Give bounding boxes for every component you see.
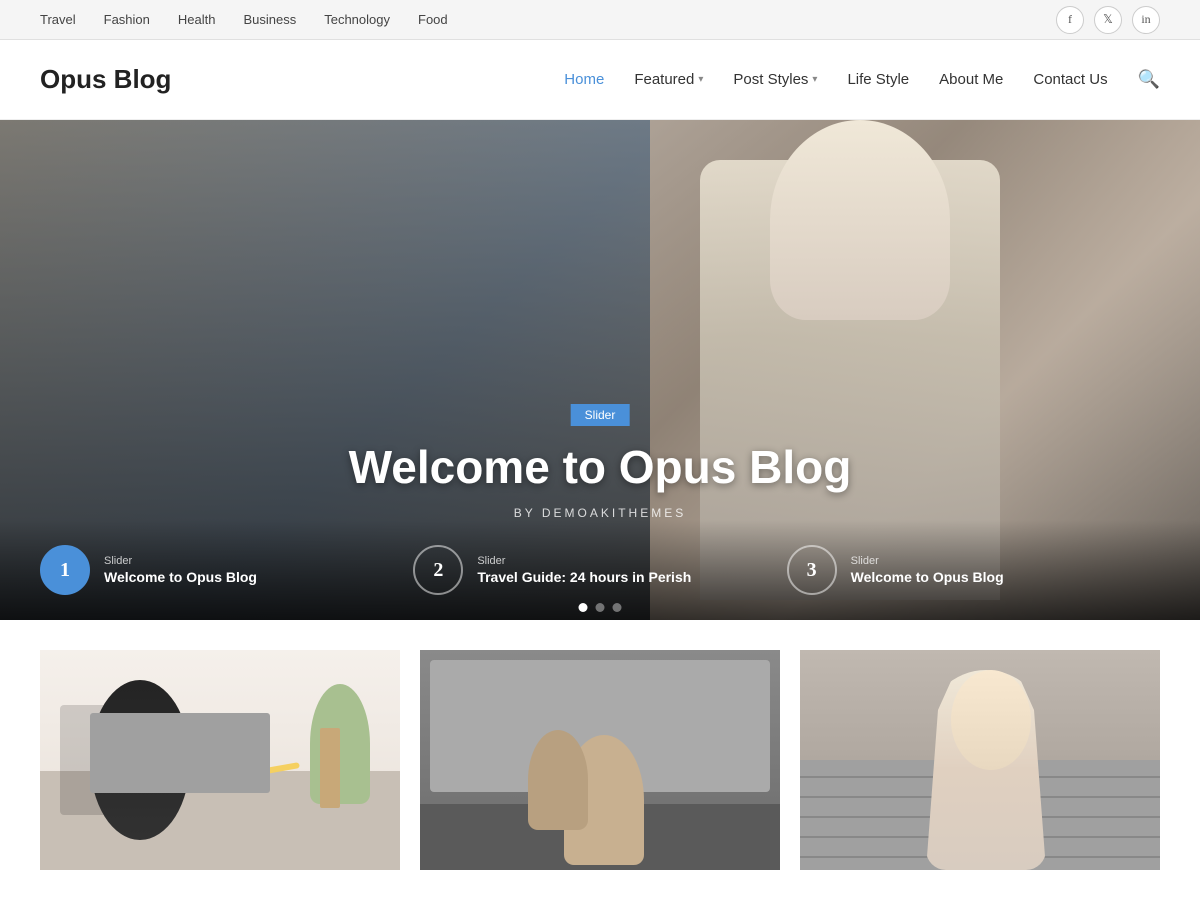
card-3-image (800, 650, 1160, 870)
slider-dots (579, 603, 622, 612)
hero-title: Welcome to Opus Blog (349, 440, 852, 494)
thumb-title-3: Welcome to Opus Blog (851, 569, 1004, 585)
slider-thumb-2[interactable]: 2 Slider Travel Guide: 24 hours in Peris… (413, 545, 786, 595)
hero-badge: Slider (571, 404, 630, 426)
nav-lifestyle[interactable]: Life Style (847, 71, 909, 88)
topbar-link-health[interactable]: Health (178, 12, 216, 27)
thumb-title-2: Travel Guide: 24 hours in Perish (477, 569, 691, 585)
logo[interactable]: Opus Blog (40, 64, 171, 95)
dot-2[interactable] (596, 603, 605, 612)
cards-section (0, 620, 1200, 870)
twitter-icon[interactable]: 𝕏 (1094, 6, 1122, 34)
topbar-link-technology[interactable]: Technology (324, 12, 390, 27)
card-1[interactable] (40, 650, 400, 870)
slider-thumb-3[interactable]: 3 Slider Welcome to Opus Blog (787, 545, 1160, 595)
thumb-circle-1: 1 (40, 545, 90, 595)
card-2-image (420, 650, 780, 870)
nav-contact-us[interactable]: Contact Us (1033, 71, 1107, 88)
main-nav: Home Featured ▾ Post Styles ▾ Life Style… (564, 69, 1160, 90)
card-1-image (40, 650, 400, 870)
nav-post-styles[interactable]: Post Styles ▾ (733, 71, 817, 88)
hero-content: Slider Welcome to Opus Blog BY DEMOAKITH… (349, 404, 852, 520)
hero-slider: Slider Welcome to Opus Blog BY DEMOAKITH… (0, 120, 1200, 620)
card-2[interactable] (420, 650, 780, 870)
top-links: Travel Fashion Health Business Technolog… (40, 12, 448, 27)
slider-thumbs: 1 Slider Welcome to Opus Blog 2 Slider T… (0, 520, 1200, 620)
topbar-link-travel[interactable]: Travel (40, 12, 76, 27)
thumb-cat-1: Slider (104, 555, 257, 567)
dot-1[interactable] (579, 603, 588, 612)
nav-about-me[interactable]: About Me (939, 71, 1003, 88)
topbar-link-business[interactable]: Business (243, 12, 296, 27)
thumb-circle-3: 3 (787, 545, 837, 595)
top-bar: Travel Fashion Health Business Technolog… (0, 0, 1200, 40)
nav-home[interactable]: Home (564, 71, 604, 88)
thumb-cat-3: Slider (851, 555, 1004, 567)
thumb-text-1: Slider Welcome to Opus Blog (104, 555, 257, 585)
facebook-icon[interactable]: f (1056, 6, 1084, 34)
thumb-cat-2: Slider (477, 555, 691, 567)
social-icons: f 𝕏 in (1056, 6, 1160, 34)
linkedin-icon[interactable]: in (1132, 6, 1160, 34)
thumb-text-3: Slider Welcome to Opus Blog (851, 555, 1004, 585)
thumb-text-2: Slider Travel Guide: 24 hours in Perish (477, 555, 691, 585)
slider-thumb-1[interactable]: 1 Slider Welcome to Opus Blog (40, 545, 413, 595)
topbar-link-food[interactable]: Food (418, 12, 448, 27)
nav-featured[interactable]: Featured ▾ (634, 71, 703, 88)
search-button[interactable]: 🔍 (1138, 69, 1160, 90)
poststyles-chevron: ▾ (812, 74, 817, 85)
hero-byline: BY DEMOAKITHEMES (349, 506, 852, 520)
featured-chevron: ▾ (698, 74, 703, 85)
thumb-circle-2: 2 (413, 545, 463, 595)
dot-3[interactable] (613, 603, 622, 612)
topbar-link-fashion[interactable]: Fashion (104, 12, 150, 27)
header: Opus Blog Home Featured ▾ Post Styles ▾ … (0, 40, 1200, 120)
card-3[interactable] (800, 650, 1160, 870)
thumb-title-1: Welcome to Opus Blog (104, 569, 257, 585)
